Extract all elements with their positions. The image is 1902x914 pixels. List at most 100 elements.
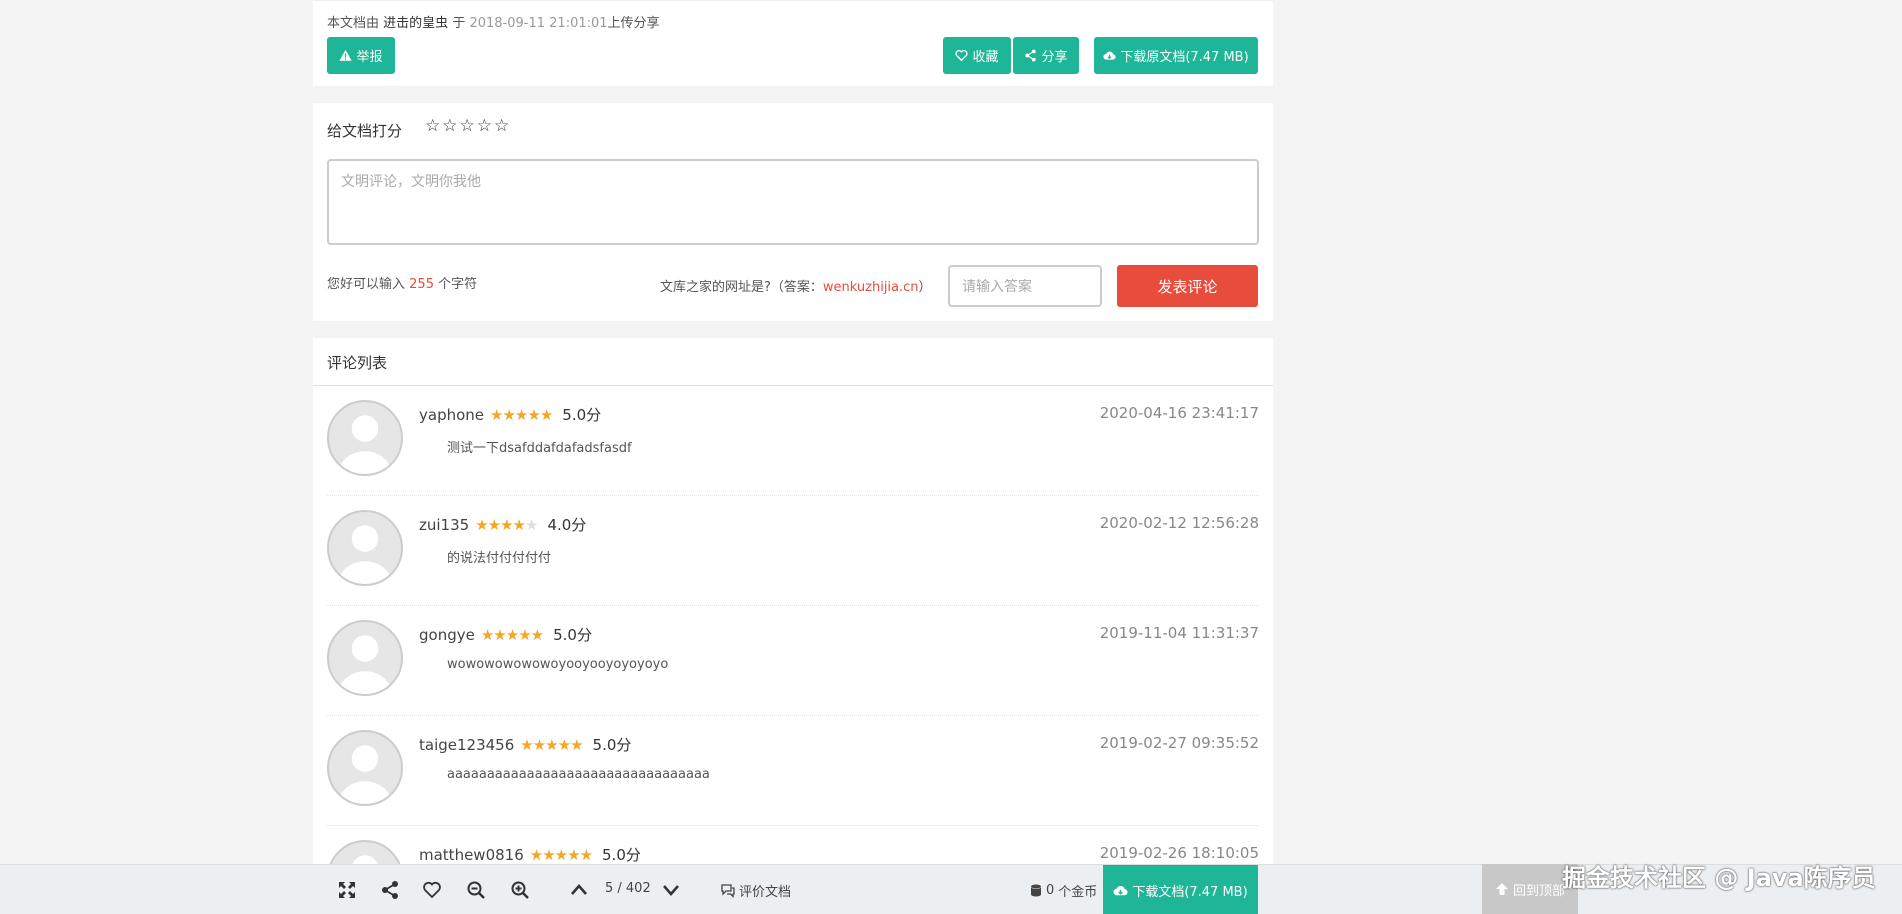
rating-star-icon: ★: [527, 405, 540, 424]
rating-star-icon: ★: [532, 735, 546, 754]
cloud-download-icon: [1103, 51, 1116, 60]
rating-star-icon: ★: [567, 845, 580, 864]
coin-label: 个金币: [1058, 885, 1098, 900]
comment-form-panel: 给文档打分 ☆ ☆ ☆ ☆ ☆ 文明评论，文明你我他 您好可以输入 255 个字…: [313, 103, 1273, 321]
comment-rating-stars: ★ ★ ★ ★ ★: [520, 735, 583, 754]
comment-rating-stars: ★ ★ ★ ★ ★: [529, 845, 593, 864]
rating-star-icon: ★: [490, 405, 503, 424]
question-answer: wenkuzhijia.cn: [822, 280, 919, 295]
rating-star-icon: ★: [539, 405, 553, 424]
fullscreen-icon[interactable]: [337, 880, 357, 900]
rating-star-icon: ★: [487, 515, 501, 534]
rating-star-icon: ★: [500, 515, 513, 534]
answer-input[interactable]: 请输入答案: [948, 265, 1102, 307]
question-prefix: 文库之家的网址是?（答案：: [660, 280, 823, 295]
watermark-text: 掘金技术社区 @ Java陈序员: [1562, 864, 1876, 892]
comment-list-title: 评论列表: [313, 338, 1273, 386]
comment-score: 5.0分: [553, 626, 592, 644]
chars-remaining: 255: [409, 277, 434, 292]
star-icon[interactable]: ☆: [477, 118, 492, 135]
favorite-label: 收藏: [972, 50, 999, 65]
zoom-out-icon[interactable]: [466, 880, 486, 900]
rating-star-icon: ★: [502, 405, 515, 424]
chevron-down-icon[interactable]: [661, 880, 681, 900]
comment-header: taige123456 ★ ★ ★ ★ ★ 5.0分: [419, 734, 631, 755]
star-icon[interactable]: ☆: [494, 118, 509, 135]
avatar[interactable]: [327, 730, 403, 806]
comment-score: 5.0分: [602, 846, 641, 864]
comment-textarea[interactable]: 文明评论，文明你我他: [327, 159, 1259, 245]
comment-text: 的说法付付付付付: [447, 551, 552, 566]
share-button[interactable]: 分享: [1013, 37, 1079, 74]
chars-suffix: 个字符: [438, 277, 478, 292]
comment-username[interactable]: zui135: [419, 516, 469, 534]
chars-prefix: 您好可以输入: [327, 277, 406, 292]
comment-header: matthew0816 ★ ★ ★ ★ ★ 5.0分: [419, 844, 641, 865]
share-icon: [1025, 49, 1037, 62]
comment-score: 5.0分: [562, 406, 602, 424]
rating-star-icon: ★: [554, 845, 568, 864]
avatar[interactable]: [327, 510, 403, 586]
comment-text: wowowowowowoyooyooyoyoyoyo: [447, 657, 669, 672]
evaluate-button[interactable]: 评价文档: [720, 881, 791, 900]
chevron-up-icon[interactable]: [569, 880, 589, 900]
rating-star-icon: ★: [542, 845, 555, 864]
uploader-suffix: 上传分享: [607, 16, 660, 31]
report-button[interactable]: 举报: [327, 37, 395, 74]
avatar[interactable]: [327, 620, 403, 696]
download-original-label: 下载原文档(7.47 MB): [1120, 50, 1249, 65]
comment-header: gongye ★ ★ ★ ★ ★ 5.0分: [419, 624, 592, 645]
arrow-up-icon: [1495, 883, 1508, 895]
comment-time: 2020-02-12 12:56:28: [1099, 514, 1259, 532]
favorite-button[interactable]: 收藏: [943, 37, 1011, 74]
rating-star-icon: ★: [530, 625, 544, 644]
uploader-prefix: 本文档由: [327, 16, 380, 31]
comment-text: aaaaaaaaaaaaaaaaaaaaaaaaaaaaaaaaa: [447, 767, 710, 782]
rating-star-icon: ★: [529, 845, 543, 864]
submit-comment-button[interactable]: 发表评论: [1117, 265, 1258, 307]
comment-username[interactable]: taige123456: [419, 736, 514, 754]
avatar[interactable]: [327, 400, 403, 476]
rating-star-icon: ★: [475, 515, 488, 534]
comment-time: 2019-11-04 11:31:37: [1099, 624, 1259, 642]
back-to-top-label: 回到顶部: [1512, 883, 1565, 899]
rating-star-icon: ★: [520, 735, 533, 754]
comment-rating-stars: ★ ★ ★ ★ ★: [490, 405, 553, 424]
comment-username[interactable]: matthew0816: [419, 846, 524, 864]
rating-star-icon: ★: [579, 845, 593, 864]
zoom-in-icon[interactable]: [510, 880, 530, 900]
coin-balance: 0 个金币: [1030, 881, 1097, 900]
rating-label: 给文档打分: [327, 122, 403, 140]
rating-star-icon: ★: [505, 625, 519, 644]
download-document-label: 下载文档(7.47 MB): [1132, 884, 1248, 900]
uploader-mid: 于: [452, 16, 466, 31]
comment-rating-stars: ★ ★ ★ ★ ★: [480, 625, 544, 644]
uploader-line: 本文档由 进击的皇虫 于 2018-09-11 21:01:01上传分享: [327, 12, 660, 31]
comment-header: yaphone ★ ★ ★ ★ ★ 5.0分: [419, 404, 601, 425]
rating-star-icon: ★: [557, 735, 571, 754]
comment-header: zui135 ★ ★ ★ ★ ★ 4.0分: [419, 514, 586, 535]
rating-star-icon: ★: [570, 735, 583, 754]
rating-stars[interactable]: ☆ ☆ ☆ ☆ ☆: [425, 118, 509, 135]
star-icon[interactable]: ☆: [460, 118, 475, 135]
char-count-hint: 您好可以输入 255 个字符: [327, 273, 477, 292]
download-document-button[interactable]: 下载文档(7.47 MB): [1103, 865, 1258, 914]
comment-item: zui135 ★ ★ ★ ★ ★ 4.0分 2020-02-12 12:56:28 的说法付付付…: [327, 496, 1259, 606]
share-icon[interactable]: [380, 880, 400, 900]
heart-icon[interactable]: [422, 880, 442, 900]
star-icon[interactable]: ☆: [425, 118, 440, 135]
uploader-name[interactable]: 进击的皇虫: [383, 16, 448, 31]
page-indicator: 5 / 402: [605, 881, 651, 896]
comment-time: 2020-04-16 23:41:17: [1099, 404, 1259, 422]
comment-item: taige123456 ★ ★ ★ ★ ★ 5.0分 2019-02-27 09:35:52 a…: [327, 716, 1259, 826]
warning-icon: [339, 49, 353, 61]
download-original-button[interactable]: 下载原文档(7.47 MB): [1094, 37, 1258, 74]
heart-icon: [955, 49, 969, 62]
comment-time: 2019-02-26 18:10:05: [1099, 844, 1259, 862]
comment-score: 5.0分: [592, 736, 632, 754]
comment-username[interactable]: gongye: [419, 626, 475, 644]
share-label: 分享: [1041, 50, 1068, 65]
rating-star-icon: ★: [480, 625, 494, 644]
star-icon[interactable]: ☆: [442, 118, 457, 135]
comment-username[interactable]: yaphone: [419, 406, 484, 424]
